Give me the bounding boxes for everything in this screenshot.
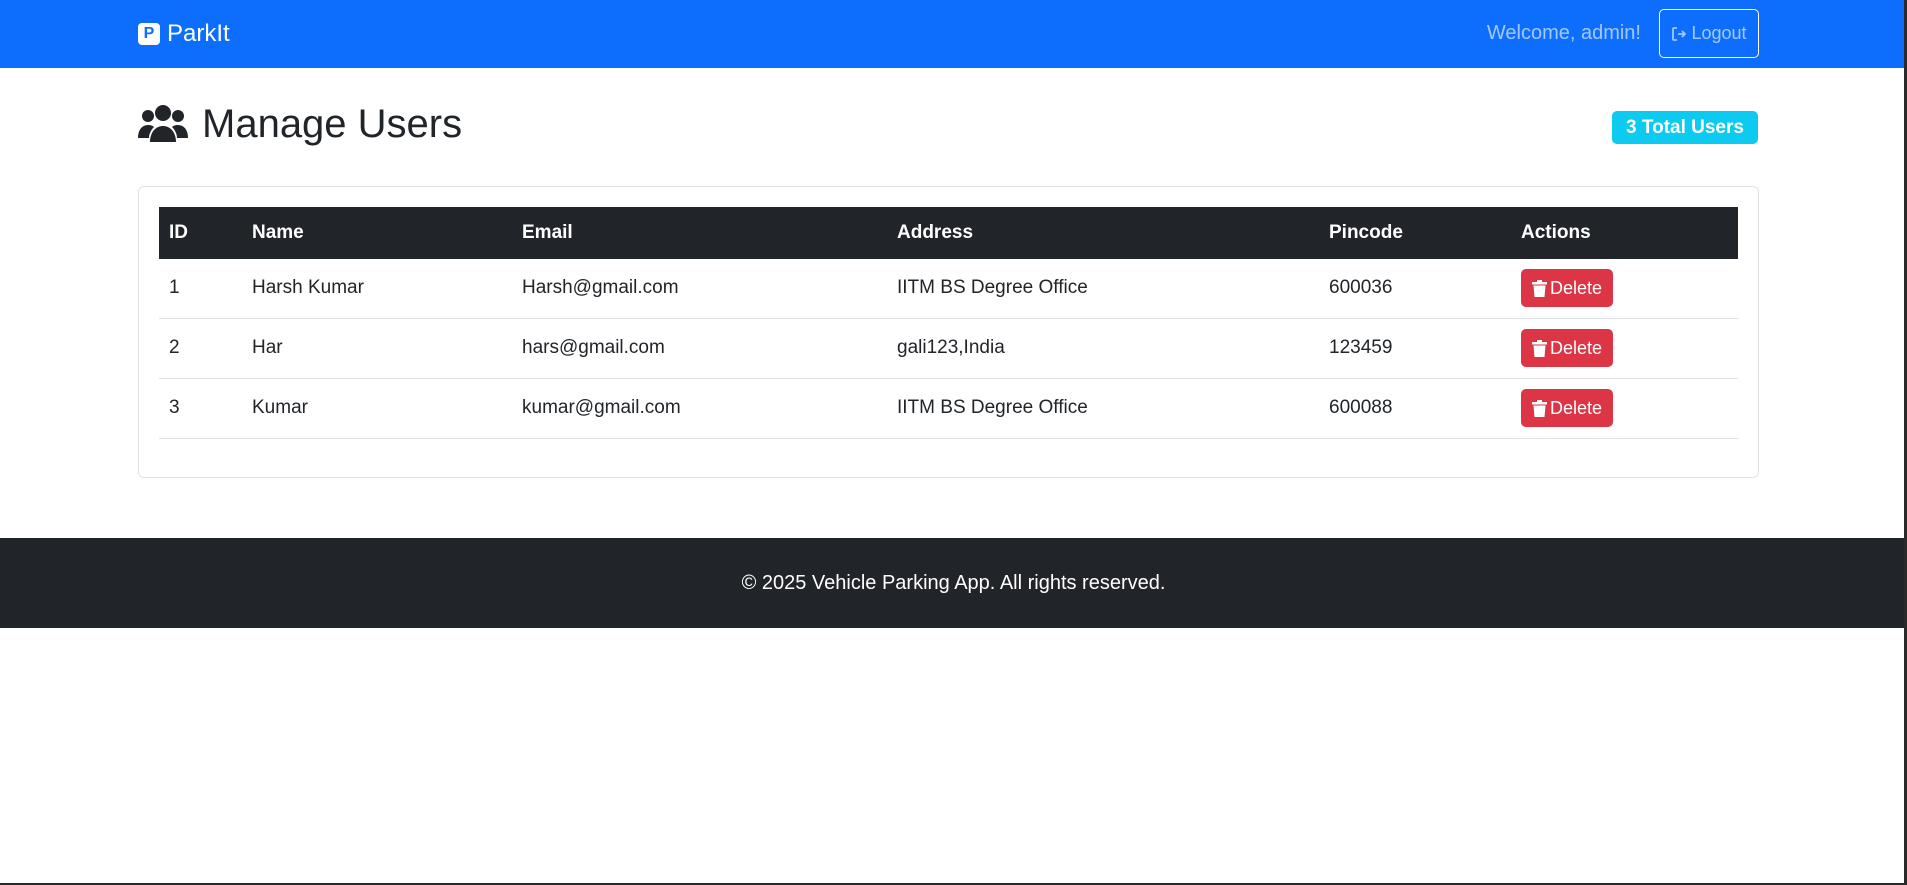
- users-icon: [138, 105, 188, 142]
- users-card: ID Name Email Address Pincode Actions 1 …: [138, 186, 1759, 478]
- cell-name: Har: [242, 318, 512, 379]
- cell-id: 2: [159, 318, 242, 379]
- cell-address: gali123,India: [887, 318, 1319, 379]
- column-header-id: ID: [159, 207, 242, 259]
- column-header-actions: Actions: [1511, 207, 1738, 259]
- cell-pincode: 600088: [1319, 378, 1511, 439]
- brand-link[interactable]: P ParkIt: [138, 20, 230, 48]
- table-header-row: ID Name Email Address Pincode Actions: [159, 207, 1738, 259]
- cell-id: 3: [159, 378, 242, 439]
- navbar: P ParkIt Welcome, admin! Logout: [0, 0, 1907, 68]
- table-row: 2 Har hars@gmail.com gali123,India 12345…: [159, 318, 1738, 379]
- cell-pincode: 600036: [1319, 259, 1511, 319]
- cell-name: Harsh Kumar: [242, 259, 512, 319]
- delete-button[interactable]: Delete: [1521, 269, 1613, 308]
- cell-email: hars@gmail.com: [512, 318, 887, 379]
- trash-icon: [1531, 339, 1547, 357]
- delete-button[interactable]: Delete: [1521, 389, 1613, 427]
- table-row: 1 Harsh Kumar Harsh@gmail.com IITM BS De…: [159, 259, 1738, 319]
- delete-label: Delete: [1549, 397, 1603, 418]
- footer-text: © 2025 Vehicle Parking App. All rights r…: [741, 571, 1166, 594]
- logout-button[interactable]: Logout: [1659, 9, 1759, 58]
- total-users-badge: 3 Total Users: [1612, 111, 1758, 144]
- cell-email: Harsh@gmail.com: [512, 259, 887, 319]
- cell-actions: Delete: [1511, 378, 1738, 439]
- page-title-text: Manage Users: [202, 101, 463, 146]
- delete-button[interactable]: Delete: [1521, 329, 1613, 367]
- column-header-pincode: Pincode: [1319, 207, 1511, 259]
- sign-out-icon: [1672, 26, 1687, 41]
- logout-label: Logout: [1691, 23, 1747, 43]
- table-row: 3 Kumar kumar@gmail.com IITM BS Degree O…: [159, 378, 1738, 439]
- delete-label: Delete: [1549, 337, 1603, 358]
- trash-icon: [1531, 279, 1547, 297]
- cell-address: IITM BS Degree Office: [887, 259, 1319, 319]
- page-title: Manage Users: [138, 100, 462, 148]
- cell-actions: Delete: [1511, 259, 1738, 319]
- delete-label: Delete: [1549, 277, 1603, 298]
- cell-address: IITM BS Degree Office: [887, 378, 1319, 439]
- cell-name: Kumar: [242, 378, 512, 439]
- column-header-address: Address: [887, 207, 1319, 259]
- cell-pincode: 123459: [1319, 318, 1511, 379]
- cell-id: 1: [159, 259, 242, 319]
- cell-email: kumar@gmail.com: [512, 378, 887, 439]
- column-header-email: Email: [512, 207, 887, 259]
- users-table: ID Name Email Address Pincode Actions 1 …: [159, 207, 1738, 439]
- cell-actions: Delete: [1511, 318, 1738, 379]
- trash-icon: [1531, 399, 1547, 417]
- welcome-text: Welcome, admin!: [1486, 22, 1641, 44]
- brand-name: ParkIt: [167, 20, 230, 47]
- footer: © 2025 Vehicle Parking App. All rights r…: [0, 538, 1907, 628]
- column-header-name: Name: [242, 207, 512, 259]
- parking-icon: P: [138, 23, 160, 45]
